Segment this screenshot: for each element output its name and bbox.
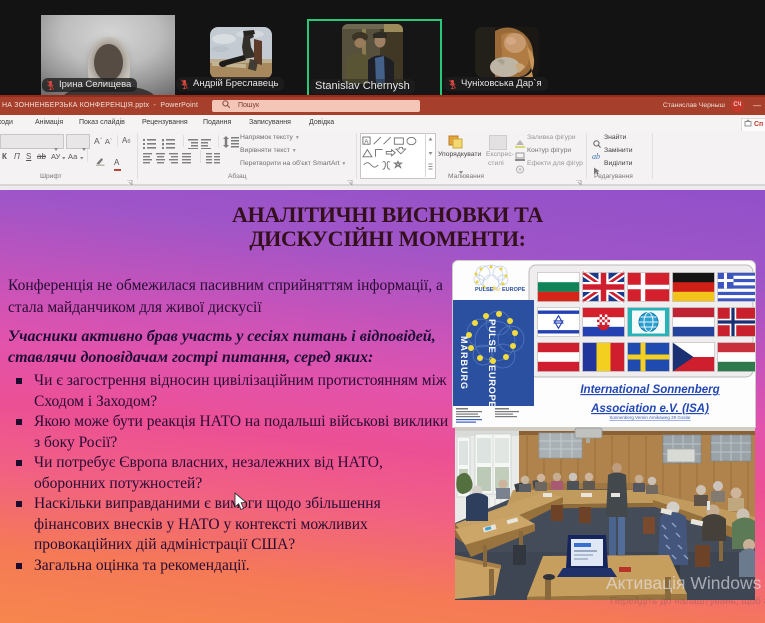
svg-text:International Sonnenberg: International Sonnenberg — [580, 384, 719, 396]
svg-text:Sonnenberg Verein Arnikaweg 29: Sonnenberg Verein Arnikaweg 29 Goslar — [609, 415, 691, 420]
svg-text:Association e.V. (ISA): Association e.V. (ISA) — [590, 403, 709, 415]
svg-text:MARBURG: MARBURG — [459, 336, 469, 390]
svg-text:EUROPE: EUROPE — [502, 287, 526, 293]
svg-text:PULSE: PULSE — [486, 319, 497, 353]
svg-text:EUROPE: EUROPE — [486, 365, 497, 408]
svg-text:ab: ab — [592, 152, 600, 161]
svg-text:of: of — [496, 287, 501, 292]
svg-text:of: of — [487, 357, 494, 363]
svg-text:PULSE: PULSE — [475, 287, 494, 293]
